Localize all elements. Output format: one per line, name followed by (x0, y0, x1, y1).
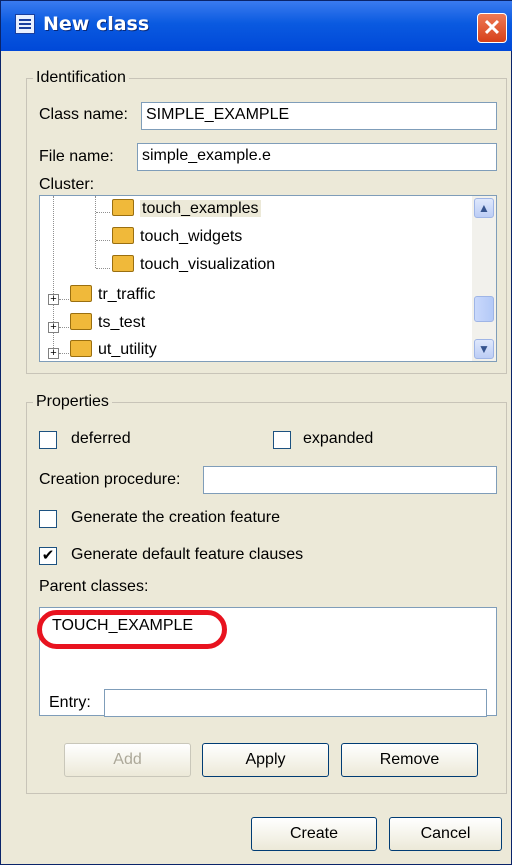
class-name-label: Class name: (39, 106, 128, 123)
folder-icon (112, 199, 134, 217)
cluster-label: Cluster: (39, 176, 95, 193)
expand-icon[interactable]: + (48, 294, 59, 305)
create-button[interactable]: Create (251, 817, 377, 851)
tree-line (59, 299, 69, 300)
folder-icon (112, 227, 134, 245)
close-icon: ✕ (482, 15, 502, 40)
deferred-checkbox[interactable] (39, 431, 57, 449)
entry-label: Entry: (49, 694, 91, 711)
window-icon (15, 14, 35, 34)
tree-item-label: tr_traffic (98, 286, 156, 303)
scroll-down-button[interactable]: ▼ (474, 339, 494, 359)
remove-button[interactable]: Remove (341, 743, 478, 777)
tree-item-tr-traffic[interactable]: tr_traffic (70, 285, 156, 312)
chevron-down-icon: ▼ (478, 342, 490, 356)
tree-item-touch-examples[interactable]: touch_examples (112, 199, 261, 226)
entry-field[interactable] (104, 689, 487, 717)
folder-icon (70, 285, 92, 303)
properties-legend: Properties (36, 393, 109, 410)
cancel-button[interactable]: Cancel (389, 817, 502, 851)
generate-creation-checkbox[interactable] (39, 510, 57, 528)
chevron-up-icon: ▲ (478, 201, 490, 215)
tree-line (95, 196, 96, 268)
generate-default-checkbox[interactable]: ✔ (39, 547, 57, 565)
tree-item-label: touch_visualization (140, 256, 276, 273)
file-name-label: File name: (39, 148, 114, 165)
expanded-label: expanded (303, 430, 374, 447)
expand-icon[interactable]: + (48, 322, 59, 333)
new-class-dialog: New class ✕ Identification Class name: S… (0, 0, 512, 865)
tree-item-label: ts_test (98, 314, 146, 331)
tree-line (59, 353, 69, 354)
title-bar[interactable]: New class ✕ (1, 1, 512, 51)
tree-item-touch-visualization[interactable]: touch_visualization (112, 255, 276, 282)
folder-icon (70, 313, 92, 331)
identification-legend: Identification (36, 69, 126, 86)
tree-line (96, 240, 110, 241)
expanded-checkbox[interactable] (273, 431, 291, 449)
creation-procedure-field[interactable] (203, 466, 497, 494)
file-name-field[interactable]: simple_example.e (137, 143, 497, 171)
creation-procedure-label: Creation procedure: (39, 471, 181, 488)
generate-default-label: Generate default feature clauses (71, 546, 304, 563)
window-title: New class (43, 13, 150, 35)
scroll-thumb[interactable] (474, 296, 494, 322)
tree-item-touch-widgets[interactable]: touch_widgets (112, 227, 243, 254)
highlight-circle (37, 610, 227, 649)
parent-classes-label: Parent classes: (39, 578, 149, 595)
scroll-up-button[interactable]: ▲ (474, 198, 494, 218)
tree-line (96, 212, 110, 213)
tree-item-ts-test[interactable]: ts_test (70, 313, 146, 340)
cluster-tree[interactable]: touch_examples touch_widgets touch_visua… (39, 195, 497, 362)
tree-line (96, 268, 110, 269)
tree-item-label: ut_utility (98, 341, 157, 358)
tree-item-label: touch_widgets (140, 228, 243, 245)
folder-icon (112, 255, 134, 273)
deferred-label: deferred (71, 430, 131, 447)
cluster-scrollbar[interactable]: ▲ ▼ (472, 196, 496, 361)
close-button[interactable]: ✕ (477, 13, 507, 43)
apply-button[interactable]: Apply (202, 743, 329, 777)
generate-creation-label: Generate the creation feature (71, 509, 281, 526)
tree-item-ut-utility[interactable]: ut_utility (70, 340, 157, 361)
tree-item-label: touch_examples (140, 200, 261, 217)
check-icon: ✔ (41, 547, 55, 564)
class-name-field[interactable]: SIMPLE_EXAMPLE (141, 102, 497, 130)
expand-icon[interactable]: + (48, 348, 59, 359)
folder-icon (70, 340, 92, 358)
tree-line (59, 327, 69, 328)
add-button[interactable]: Add (64, 743, 191, 777)
